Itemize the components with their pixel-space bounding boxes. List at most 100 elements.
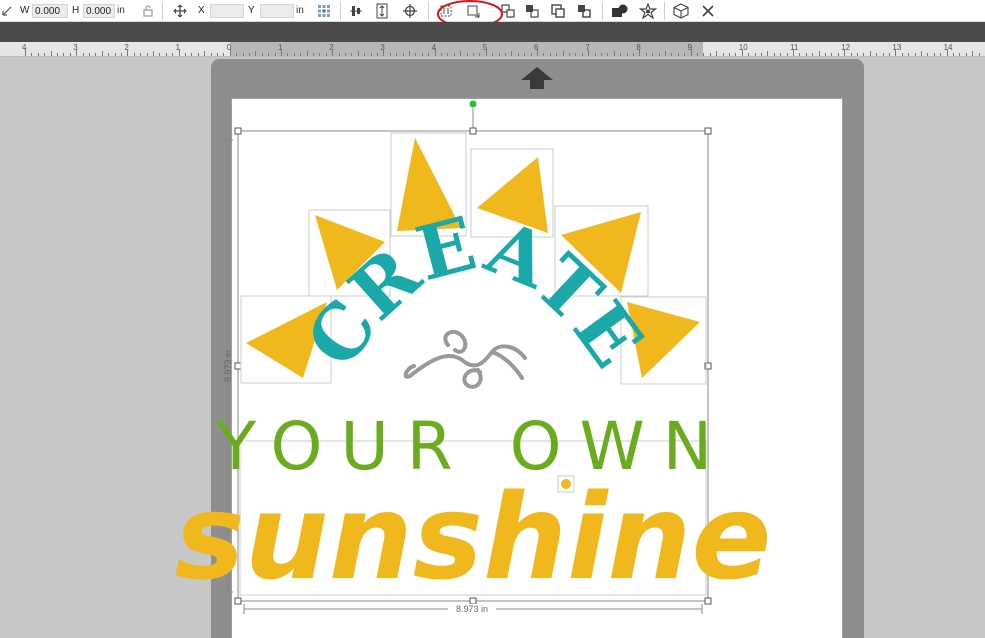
ruler-tick bbox=[946, 49, 948, 56]
ruler-tick bbox=[722, 53, 724, 56]
ungroup-icon[interactable] bbox=[574, 0, 594, 21]
center-vertical-icon[interactable] bbox=[372, 0, 392, 21]
ruler-tick bbox=[927, 53, 929, 56]
ruler-tick bbox=[159, 53, 161, 56]
ruler-tick bbox=[364, 53, 366, 56]
ruler-tick bbox=[485, 49, 487, 56]
lock-ratio-icon[interactable] bbox=[138, 0, 158, 21]
ruler-tick bbox=[466, 53, 468, 56]
ruler-tick bbox=[773, 53, 775, 56]
ruler-tick bbox=[633, 53, 634, 56]
star-icon[interactable] bbox=[638, 0, 658, 21]
group-icon[interactable] bbox=[548, 0, 568, 21]
width-field[interactable] bbox=[32, 4, 68, 18]
ruler-tick bbox=[626, 53, 628, 56]
ruler-tick bbox=[569, 53, 570, 56]
ruler-tick bbox=[172, 53, 174, 56]
ruler-number: 14 bbox=[943, 43, 953, 52]
ruler-tick bbox=[210, 53, 212, 56]
ruler-tick bbox=[396, 53, 398, 56]
ruler-tick bbox=[665, 51, 666, 56]
ruler-tick bbox=[607, 53, 609, 56]
rotate-handle[interactable] bbox=[469, 100, 477, 108]
height-field[interactable] bbox=[83, 4, 115, 18]
ruler-tick bbox=[914, 53, 916, 56]
ruler-tick bbox=[57, 53, 58, 56]
ruler-tick bbox=[217, 53, 218, 56]
ruler-tick bbox=[479, 53, 481, 56]
ruler-tick bbox=[127, 49, 129, 56]
ruler-tick bbox=[313, 53, 314, 56]
resize-handle[interactable] bbox=[469, 127, 477, 135]
box-3d-icon[interactable] bbox=[671, 0, 691, 21]
position-unit: in bbox=[296, 5, 304, 16]
ruler-tick bbox=[748, 53, 750, 56]
weld-icon[interactable] bbox=[610, 0, 630, 21]
ruler-tick bbox=[319, 53, 321, 56]
ruler-tick bbox=[383, 49, 385, 56]
ruler-tick bbox=[562, 51, 564, 56]
ruler-number: 13 bbox=[892, 43, 902, 52]
ruler-tick bbox=[786, 53, 788, 56]
resize-handle[interactable] bbox=[704, 127, 712, 135]
ruler-tick bbox=[37, 53, 39, 56]
ruler-tick bbox=[505, 53, 506, 56]
ruler-tick bbox=[978, 53, 980, 56]
align-icon[interactable] bbox=[346, 0, 366, 21]
ruler-tick bbox=[716, 51, 718, 56]
resize-corner-icon[interactable] bbox=[0, 0, 14, 21]
ruler-tick bbox=[274, 53, 276, 56]
resize-handle[interactable] bbox=[234, 127, 242, 135]
bring-forward-icon[interactable] bbox=[522, 0, 542, 21]
sunshine-text[interactable]: sunshine bbox=[175, 468, 772, 606]
size-unit: in bbox=[117, 5, 125, 16]
ruler-tick bbox=[524, 53, 526, 56]
ruler-tick bbox=[281, 49, 282, 56]
ruler-tick bbox=[140, 53, 142, 56]
ruler-tick bbox=[101, 51, 103, 56]
ruler-tick bbox=[89, 53, 90, 56]
position-grid-icon[interactable] bbox=[314, 0, 334, 21]
ruler-tick bbox=[121, 53, 122, 56]
ruler-tick bbox=[473, 53, 474, 56]
ruler-number: 11 bbox=[790, 43, 799, 52]
ruler-tick bbox=[831, 53, 833, 56]
ruler-tick bbox=[108, 53, 110, 56]
ruler-tick bbox=[428, 53, 430, 56]
ruler-tick bbox=[543, 53, 545, 56]
ruler-tick bbox=[658, 53, 660, 56]
x-position-field[interactable] bbox=[210, 4, 244, 18]
ruler-tick bbox=[25, 49, 26, 56]
ruler-tick bbox=[594, 53, 596, 56]
ruler-tick bbox=[223, 53, 225, 56]
ruler-tick bbox=[677, 53, 679, 56]
ruler-tick bbox=[601, 53, 602, 56]
ruler-tick bbox=[671, 53, 673, 56]
horizontal-ruler[interactable]: 4 3 2 1 0 1 2 3 4 5 6 7 8 9 10 11 12 13 14 bbox=[0, 42, 985, 57]
close-icon[interactable] bbox=[698, 0, 718, 21]
ruler-tick bbox=[645, 53, 647, 56]
height-dimension-label: 8.973 in bbox=[223, 350, 233, 382]
move-icon[interactable] bbox=[170, 0, 190, 21]
feed-arrow-icon[interactable] bbox=[520, 66, 554, 90]
ruler-number: 12 bbox=[841, 43, 851, 52]
ruler-tick bbox=[735, 53, 737, 56]
x-label: X bbox=[198, 5, 205, 16]
ruler-tick bbox=[153, 51, 154, 56]
ruler-tick bbox=[82, 53, 84, 56]
i-dot[interactable] bbox=[561, 479, 571, 489]
ruler-tick bbox=[959, 53, 961, 56]
ruler-tick bbox=[933, 53, 935, 56]
y-position-field[interactable] bbox=[260, 4, 294, 18]
ruler-tick bbox=[402, 53, 404, 56]
center-target-icon[interactable] bbox=[400, 0, 420, 21]
ruler-tick bbox=[236, 53, 238, 56]
ruler-tick bbox=[857, 53, 858, 56]
y-label: Y bbox=[248, 5, 255, 16]
ruler-tick bbox=[178, 49, 180, 56]
ruler-tick bbox=[242, 53, 244, 56]
top-band bbox=[0, 22, 985, 42]
ruler-tick bbox=[146, 53, 148, 56]
resize-handle[interactable] bbox=[234, 362, 242, 370]
ruler-tick bbox=[613, 51, 615, 56]
